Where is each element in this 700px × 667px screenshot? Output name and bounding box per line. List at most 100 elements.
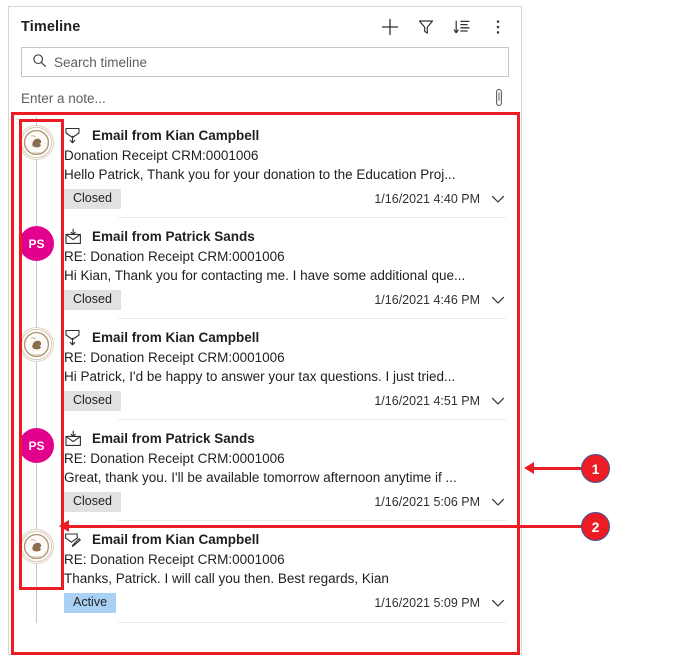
avatar[interactable]: PS xyxy=(19,428,54,463)
email-received-icon xyxy=(64,228,83,244)
entry-title: Email from Patrick Sands xyxy=(92,430,255,446)
entry-subject: RE: Donation Receipt CRM:0001006 xyxy=(64,451,285,466)
note-input-placeholder: Enter a note... xyxy=(21,90,106,106)
search-row: Search timeline xyxy=(9,47,521,77)
search-input[interactable]: Search timeline xyxy=(21,47,509,77)
timeline-entry-body[interactable]: Email from Patrick Sands RE: Donation Rec… xyxy=(64,420,520,521)
page-title: Timeline xyxy=(21,19,81,35)
chevron-down-icon[interactable] xyxy=(490,393,506,409)
timeline-panel: Timeline Search timeline Enter a note...… xyxy=(8,6,522,655)
entry-footer: Closed 1/16/2021 4:46 PM xyxy=(64,290,506,310)
entry-preview: Thanks, Patrick. I will call you then. B… xyxy=(64,571,389,586)
entry-title: Email from Kian Campbell xyxy=(92,329,260,345)
email-received-icon xyxy=(64,430,83,446)
timeline-rail: PS xyxy=(10,218,64,319)
more-vertical-icon xyxy=(489,18,507,36)
entry-subject: Donation Receipt CRM:0001006 xyxy=(64,148,259,163)
entry-timestamp: 1/16/2021 4:51 PM xyxy=(374,394,480,408)
note-row[interactable]: Enter a note... xyxy=(21,83,509,113)
timeline-entry-list[interactable]: Email from Kian Campbell Donation Receipt… xyxy=(10,117,520,653)
annotation-callout-2: 2 xyxy=(581,512,610,541)
avatar-initials: PS xyxy=(28,236,45,251)
entry-subject: RE: Donation Receipt CRM:0001006 xyxy=(64,552,285,567)
entry-title-row: Email from Kian Campbell xyxy=(64,126,506,144)
chevron-down-icon[interactable] xyxy=(490,494,506,510)
filter-button[interactable] xyxy=(415,16,437,38)
paperclip-icon[interactable] xyxy=(489,88,509,108)
organization-logo-icon xyxy=(20,126,53,159)
plus-icon xyxy=(381,18,399,36)
sort-button[interactable] xyxy=(451,16,473,38)
entry-preview: Hello Patrick, Thank you for your donati… xyxy=(64,167,456,182)
status-badge: Closed xyxy=(64,391,121,411)
status-badge: Closed xyxy=(64,189,121,209)
entry-timestamp: 1/16/2021 5:06 PM xyxy=(374,495,480,509)
entry-title-row: Email from Patrick Sands xyxy=(64,429,506,447)
search-placeholder: Search timeline xyxy=(54,54,148,70)
timeline-header: Timeline xyxy=(9,7,521,47)
entry-subject: RE: Donation Receipt CRM:0001006 xyxy=(64,350,285,365)
entry-meta: 1/16/2021 4:46 PM xyxy=(374,292,506,308)
annotation-arrowhead-2 xyxy=(59,520,69,532)
avatar-initials: PS xyxy=(28,438,45,453)
timeline-entry-body[interactable]: Email from Kian Campbell Donation Receipt… xyxy=(64,117,520,218)
entry-footer: Closed 1/16/2021 4:51 PM xyxy=(64,391,506,411)
organization-logo-icon xyxy=(20,328,53,361)
email-sent-icon xyxy=(64,329,83,345)
timeline-entry-body[interactable]: Email from Kian Campbell RE: Donation Rec… xyxy=(64,521,520,623)
entry-title: Email from Kian Campbell xyxy=(92,531,260,547)
timeline-rail xyxy=(10,319,64,420)
avatar[interactable]: PS xyxy=(19,226,54,261)
entry-title-row: Email from Kian Campbell xyxy=(64,328,506,346)
chevron-down-icon[interactable] xyxy=(490,191,506,207)
chevron-down-icon[interactable] xyxy=(490,292,506,308)
timeline-entry[interactable]: PS Email from Patrick Sands RE: Donation R… xyxy=(10,218,520,319)
organization-logo-icon xyxy=(20,530,53,563)
timeline-header-actions xyxy=(379,16,511,38)
timeline-entry[interactable]: Email from Kian Campbell Donation Receipt… xyxy=(10,117,520,218)
entry-preview: Hi Kian, Thank you for contacting me. I … xyxy=(64,268,466,283)
entry-meta: 1/16/2021 5:06 PM xyxy=(374,494,506,510)
timeline-rail xyxy=(10,521,64,623)
timeline-rail xyxy=(10,117,64,218)
timeline-entry-body[interactable]: Email from Kian Campbell RE: Donation Rec… xyxy=(64,319,520,420)
search-icon xyxy=(30,53,54,71)
timeline-entry[interactable]: Email from Kian Campbell RE: Donation Rec… xyxy=(10,319,520,420)
entry-preview: Great, thank you. I'll be available tomo… xyxy=(64,470,457,485)
entry-footer: Closed 1/16/2021 4:40 PM xyxy=(64,189,506,209)
status-badge: Closed xyxy=(64,290,121,310)
timeline-entry[interactable]: Email from Kian Campbell RE: Donation Rec… xyxy=(10,521,520,623)
entry-title-row: Email from Kian Campbell xyxy=(64,530,506,548)
entry-meta: 1/16/2021 4:40 PM xyxy=(374,191,506,207)
entry-title: Email from Patrick Sands xyxy=(92,228,255,244)
sort-descending-icon xyxy=(453,18,471,36)
annotation-leader-line-2 xyxy=(66,525,583,528)
entry-subject: RE: Donation Receipt CRM:0001006 xyxy=(64,249,285,264)
filter-funnel-icon xyxy=(417,18,435,36)
status-badge: Active xyxy=(64,593,117,613)
entry-footer: Closed 1/16/2021 5:06 PM xyxy=(64,492,506,512)
status-badge: Closed xyxy=(64,492,121,512)
timeline-rail: PS xyxy=(10,420,64,521)
entry-title-row: Email from Patrick Sands xyxy=(64,227,506,245)
annotation-leader-line-1 xyxy=(531,467,583,470)
entry-preview: Hi Patrick, I'd be happy to answer your … xyxy=(64,369,456,384)
entry-meta: 1/16/2021 5:09 PM xyxy=(374,595,506,611)
timeline-entry[interactable]: PS Email from Patrick Sands RE: Donation R… xyxy=(10,420,520,521)
entry-meta: 1/16/2021 4:51 PM xyxy=(374,393,506,409)
add-record-button[interactable] xyxy=(379,16,401,38)
annotation-arrowhead-1 xyxy=(524,462,534,474)
entry-timestamp: 1/16/2021 5:09 PM xyxy=(374,596,480,610)
entry-timestamp: 1/16/2021 4:46 PM xyxy=(374,293,480,307)
entry-title: Email from Kian Campbell xyxy=(92,127,260,143)
annotation-callout-1: 1 xyxy=(581,454,610,483)
avatar[interactable] xyxy=(19,327,54,362)
more-commands-button[interactable] xyxy=(487,16,509,38)
avatar[interactable] xyxy=(19,529,54,564)
timeline-entry-body[interactable]: Email from Patrick Sands RE: Donation Rec… xyxy=(64,218,520,319)
entry-timestamp: 1/16/2021 4:40 PM xyxy=(374,192,480,206)
chevron-down-icon[interactable] xyxy=(490,595,506,611)
entry-footer: Active 1/16/2021 5:09 PM xyxy=(64,593,506,613)
avatar[interactable] xyxy=(19,125,54,160)
email-draft-icon xyxy=(64,531,83,547)
